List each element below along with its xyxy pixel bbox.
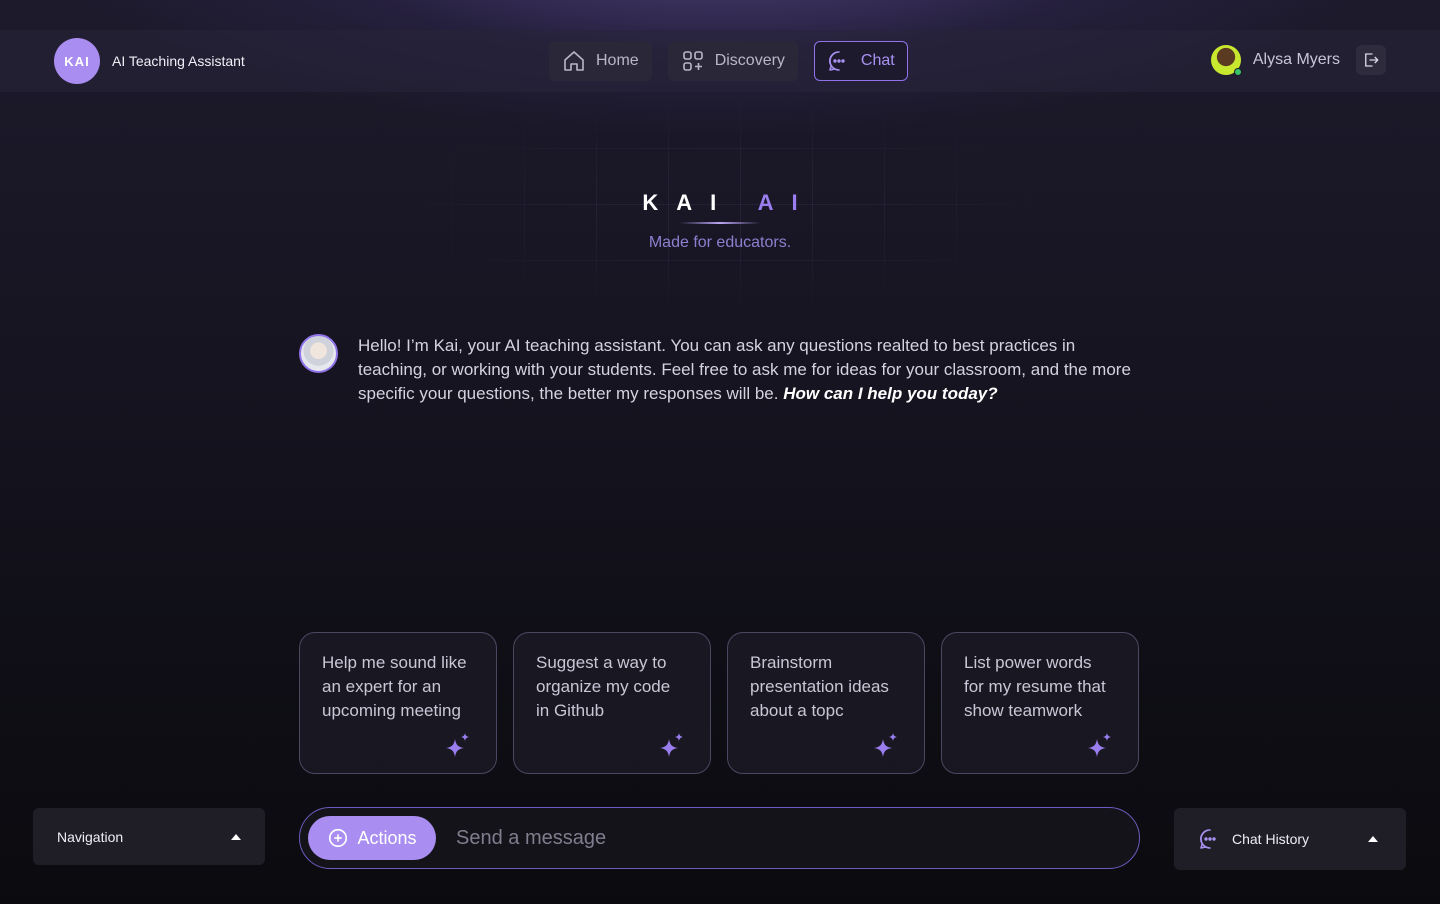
chat-bubble-icon <box>1200 829 1216 849</box>
hero-logo-main: KAI <box>642 190 735 215</box>
sparkle-icon <box>874 733 897 757</box>
assistant-message-emphasis: How can I help you today? <box>783 384 998 403</box>
nav-chat-label: Chat <box>860 52 895 69</box>
prompt-card[interactable]: Help me sound like an expert for an upco… <box>299 632 497 774</box>
logout-button[interactable] <box>1356 45 1386 75</box>
navigation-panel-label: Navigation <box>57 828 124 845</box>
actions-button-label: Actions <box>357 827 417 848</box>
plus-circle-icon <box>329 828 348 848</box>
hero-tagline: Made for educators. <box>648 234 792 251</box>
prompt-card-text: List power words for my resume that show… <box>964 653 1106 720</box>
prompt-card[interactable]: Brainstorm presentation ideas about a to… <box>727 632 925 774</box>
brand-logo: KAI <box>54 38 100 84</box>
message-input[interactable] <box>456 816 1139 860</box>
nav-discovery-button[interactable]: Discovery <box>667 41 798 81</box>
chat-history-label: Chat History <box>1232 831 1310 847</box>
hero: KAI AI Made for educators. <box>520 190 920 252</box>
hero-divider <box>680 222 760 224</box>
actions-button[interactable]: Actions <box>308 816 436 860</box>
nav-discovery-label: Discovery <box>714 52 785 69</box>
prompt-card-text: Help me sound like an expert for an upco… <box>322 653 467 720</box>
user-avatar[interactable] <box>1210 45 1242 76</box>
logout-icon <box>1365 53 1379 67</box>
chat-history-toggle[interactable]: Chat History <box>1174 808 1406 870</box>
suggested-prompts: Help me sound like an expert for an upco… <box>299 632 1139 774</box>
caret-up-icon <box>1368 836 1378 842</box>
prompt-card[interactable]: List power words for my resume that show… <box>941 632 1139 774</box>
sparkle-icon <box>446 733 469 757</box>
sparkle-icon <box>1088 733 1111 757</box>
assistant-avatar <box>299 334 338 373</box>
sparkle-icon <box>660 733 683 757</box>
user-menu: Alysa Myers <box>1210 45 1386 76</box>
nav-home-button[interactable]: Home <box>549 41 652 81</box>
prompt-card[interactable]: Suggest a way to organize my code in Git… <box>513 632 711 774</box>
chat-bubble-icon <box>828 51 845 71</box>
assistant-message-text: Hello! I’m Kai, your AI teaching assista… <box>358 334 1141 406</box>
hero-logo: KAI AI <box>520 190 920 216</box>
home-icon <box>564 51 584 71</box>
main-nav: Home Discovery Chat <box>549 41 908 81</box>
assistant-message: Hello! I’m Kai, your AI teaching assista… <box>299 334 1141 406</box>
prompt-card-text: Suggest a way to organize my code in Git… <box>536 653 671 720</box>
grid-plus-icon <box>682 51 703 71</box>
brand-title: AI Teaching Assistant <box>112 53 245 69</box>
nav-chat-button[interactable]: Chat <box>813 41 908 81</box>
hero-logo-accent: AI <box>757 190 816 215</box>
navigation-panel-toggle[interactable]: Navigation <box>33 808 265 865</box>
caret-up-icon <box>231 833 241 840</box>
brand[interactable]: KAI AI Teaching Assistant <box>54 38 245 84</box>
message-composer: Actions <box>299 807 1140 869</box>
user-name[interactable]: Alysa Myers <box>1253 51 1340 69</box>
prompt-card-text: Brainstorm presentation ideas about a to… <box>750 653 889 720</box>
online-status-dot <box>1233 68 1242 76</box>
nav-home-label: Home <box>596 52 639 69</box>
assistant-message-body: Hello! I’m Kai, your AI teaching assista… <box>358 336 1131 403</box>
